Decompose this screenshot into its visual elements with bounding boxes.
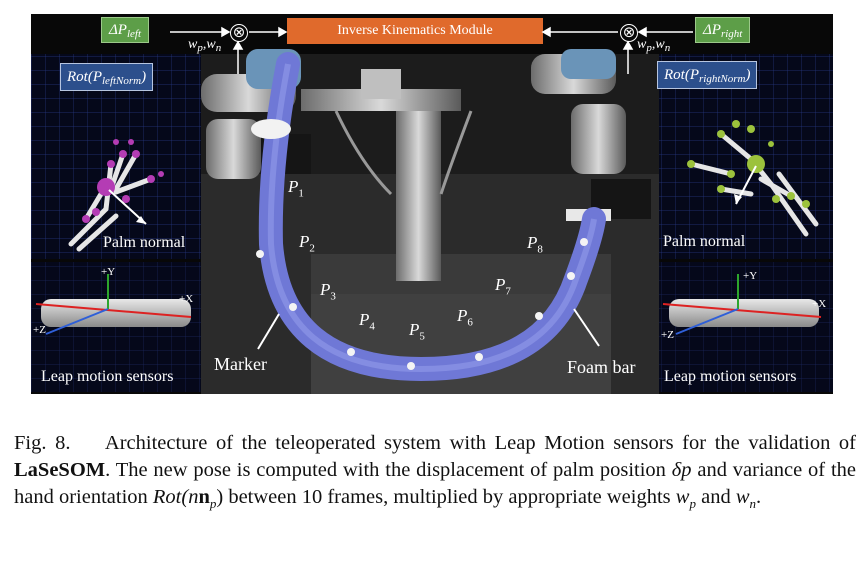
caption-bold-lasesom: LaSeSOM bbox=[14, 459, 106, 481]
rot-right-label: Rot(P bbox=[664, 67, 699, 83]
foam-clamp bbox=[251, 119, 291, 139]
left-leap-sensor bbox=[41, 299, 191, 327]
caption-text-5: and bbox=[695, 486, 736, 508]
point-label-p2: P2 bbox=[299, 232, 315, 255]
caption-text-6: . bbox=[756, 486, 762, 508]
rot-right-box: Rot(PrightNorm) bbox=[657, 61, 758, 89]
caption-math-wp: w bbox=[675, 486, 690, 508]
figure-image: ΔPleft ⊗ Inverse Kinematics Module ⊗ ΔPr… bbox=[31, 14, 833, 394]
palm-normal-right-label: Palm normal bbox=[663, 233, 746, 250]
axis-y-left: +Y bbox=[101, 266, 116, 278]
palm-normal-left-label: Palm normal bbox=[103, 234, 186, 251]
rot-left-box: Rot(PleftNorm) bbox=[60, 63, 154, 91]
mount-column bbox=[396, 111, 441, 281]
axis-z-left: +Z bbox=[33, 324, 46, 336]
weights-left-w: w bbox=[188, 37, 198, 52]
caption-text-1: Architecture of the teleoperated system … bbox=[104, 432, 857, 454]
point-label-p8: P8 bbox=[527, 233, 543, 256]
point-label-p7: P7 bbox=[495, 275, 511, 298]
axis-y-right: +Y bbox=[743, 270, 758, 282]
rot-right-sub: rightNorm bbox=[699, 73, 746, 85]
point-label-p3: P3 bbox=[320, 280, 336, 303]
point-label-p5: P5 bbox=[409, 320, 425, 343]
leap-right-label: Leap motion sensors bbox=[664, 368, 797, 385]
right-leap-sensor bbox=[669, 299, 819, 327]
caption-text-2: . The new pose is computed with the disp… bbox=[105, 459, 672, 481]
figure-caption: Fig. 8. Architecture of the teleoperated… bbox=[14, 432, 857, 512]
caption-text-4: between 10 frames, multiplied by appropr… bbox=[223, 486, 676, 508]
point-label-p6: P6 bbox=[457, 306, 473, 329]
rot-left-label: Rot(P bbox=[67, 69, 102, 85]
marker-label: Marker bbox=[214, 354, 267, 374]
weights-left-label: wp,wn bbox=[188, 37, 222, 54]
caption-fig-label: Fig. 8. bbox=[14, 432, 71, 454]
caption-math-dp: δp bbox=[671, 459, 692, 481]
robot-photo bbox=[201, 49, 659, 394]
caption-math-wn: w bbox=[735, 486, 750, 508]
axis-z-right: +Z bbox=[661, 329, 674, 341]
point-label-p4: P4 bbox=[359, 310, 375, 333]
rot-left-sub: leftNorm bbox=[102, 75, 142, 87]
axis-x-left: +X bbox=[179, 293, 194, 305]
caption-math-rot: Rot(n bbox=[152, 486, 199, 508]
leap-left-label: Leap motion sensors bbox=[41, 368, 174, 385]
weights-right-label: wp,wn bbox=[637, 37, 671, 54]
axis-x-right: +X bbox=[812, 298, 827, 310]
foam-bar-label: Foam bar bbox=[567, 357, 636, 377]
weights-right-w: w bbox=[637, 37, 647, 52]
point-label-p1: P1 bbox=[288, 177, 304, 200]
